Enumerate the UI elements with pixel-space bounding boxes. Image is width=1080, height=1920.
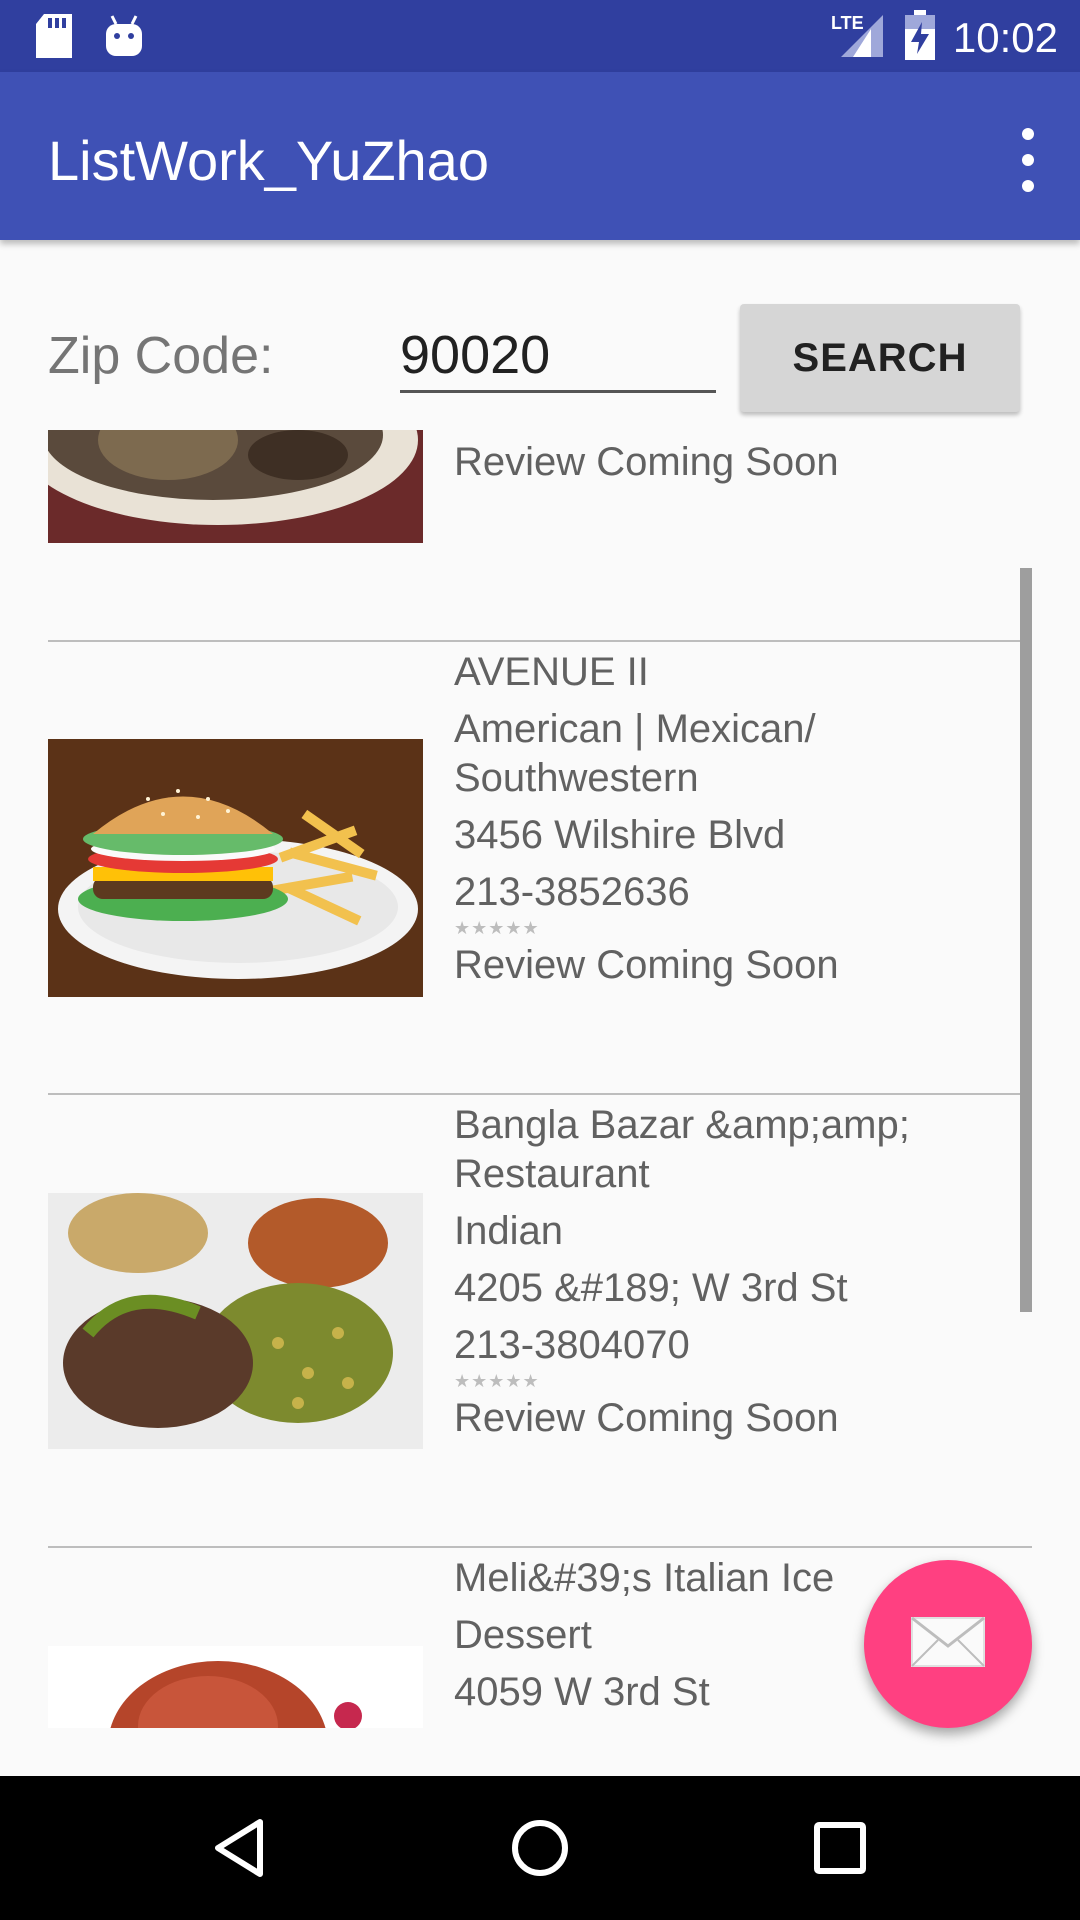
restaurant-phone: 213-3852636 bbox=[454, 870, 690, 914]
search-row: Zip Code: SEARCH bbox=[0, 240, 1080, 430]
review-text: Review Coming Soon bbox=[454, 1396, 839, 1440]
divider bbox=[48, 640, 1032, 642]
divider bbox=[48, 1546, 1032, 1548]
curry-takeout-box-image bbox=[48, 1193, 423, 1449]
svg-text:LTE: LTE bbox=[831, 13, 864, 33]
navigation-bar bbox=[0, 1776, 1080, 1920]
sd-card-icon bbox=[36, 14, 72, 63]
rating-stars: ★★★★★ bbox=[454, 1371, 540, 1391]
review-text: Review Coming Soon bbox=[454, 943, 839, 987]
restaurant-address: 4205 &#189; W 3rd St bbox=[454, 1266, 848, 1310]
zip-code-input[interactable] bbox=[400, 320, 716, 393]
back-icon[interactable] bbox=[204, 1812, 276, 1884]
restaurant-phone: 213-3804070 bbox=[454, 1323, 690, 1367]
rating-stars: ★★★★★ bbox=[454, 918, 540, 938]
status-bar: LTE 10:02 bbox=[0, 0, 1080, 72]
list-item[interactable]: Bangla Bazar &amp;amp; Restaurant Indian… bbox=[48, 1101, 1032, 1461]
battery-charging-icon bbox=[904, 10, 935, 65]
restaurant-cuisine: American | Mexican/ Southwestern bbox=[454, 707, 816, 800]
restaurant-list[interactable]: Review Coming Soon AVENUE II American | … bbox=[0, 430, 1080, 1728]
restaurant-name: Bangla Bazar &amp;amp; Restaurant bbox=[454, 1103, 910, 1196]
review-text: Review Coming Soon bbox=[454, 440, 839, 484]
list-scrollbar[interactable] bbox=[1020, 568, 1032, 1312]
italian-ice-image bbox=[48, 1646, 423, 1728]
divider bbox=[48, 1093, 1032, 1095]
home-icon[interactable] bbox=[504, 1812, 576, 1884]
plate-with-food-image bbox=[48, 430, 423, 543]
app-title: ListWork_YuZhao bbox=[48, 129, 489, 192]
status-clock: 10:02 bbox=[952, 13, 1058, 61]
email-icon bbox=[910, 1616, 986, 1673]
android-debug-icon bbox=[104, 14, 144, 63]
restaurant-cuisine: Indian bbox=[454, 1209, 563, 1253]
overflow-menu-icon[interactable] bbox=[1004, 128, 1052, 192]
list-item[interactable]: Review Coming Soon bbox=[48, 430, 1032, 543]
search-button[interactable]: SEARCH bbox=[740, 304, 1020, 412]
burger-and-fries-image bbox=[48, 739, 423, 997]
email-fab-button[interactable] bbox=[864, 1560, 1032, 1728]
list-item[interactable]: AVENUE II American | Mexican/ Southweste… bbox=[48, 648, 1032, 1008]
zip-code-label: Zip Code: bbox=[48, 327, 274, 385]
lte-signal-icon: LTE bbox=[831, 11, 887, 64]
restaurant-name: AVENUE II bbox=[454, 650, 649, 694]
recents-icon[interactable] bbox=[804, 1812, 876, 1884]
restaurant-address: 3456 Wilshire Blvd bbox=[454, 813, 786, 857]
app-bar: ListWork_YuZhao bbox=[0, 72, 1080, 240]
